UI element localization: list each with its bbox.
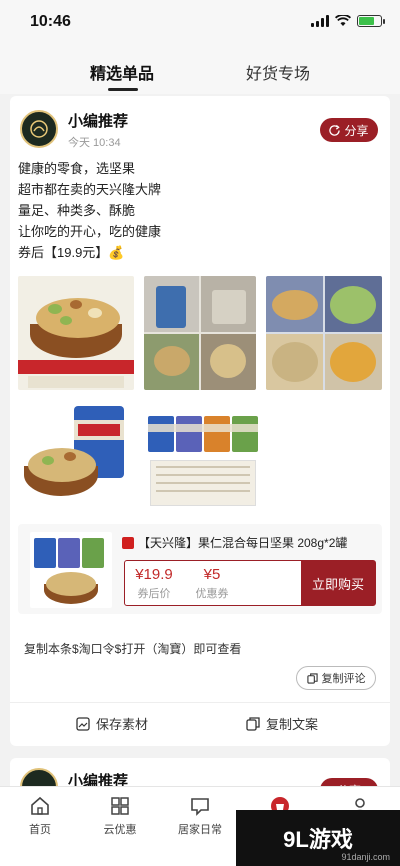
product-thumbnail[interactable] — [30, 532, 112, 608]
watermark-url: 91danji.com — [341, 852, 390, 862]
image-icon — [76, 716, 90, 731]
message-icon — [191, 798, 209, 816]
copy-text-label: 复制文案 — [266, 717, 319, 732]
battery-icon — [357, 15, 385, 27]
product-photo[interactable] — [144, 276, 256, 390]
signal-icon — [311, 15, 329, 27]
copy-comment-label: 复制评论 — [321, 673, 366, 685]
taobao-code-text: 复制本条$淘口令$打开（淘寶）即可查看 — [24, 642, 242, 656]
share-icon — [329, 124, 341, 136]
desc-line: 超市都在卖的天兴隆大牌 — [18, 182, 162, 197]
author-name: 小编推荐 — [68, 113, 129, 130]
nav-home-daily[interactable]: 居家日常 — [170, 795, 230, 837]
price-box: ¥19.9 券后价 ¥5 优惠券 立即购买 — [124, 560, 376, 606]
product-photo[interactable] — [266, 276, 382, 390]
share-label: 分享 — [344, 123, 369, 138]
nav-coupons[interactable]: 云优惠 — [90, 795, 150, 837]
copy-icon — [306, 672, 318, 684]
divider — [10, 702, 390, 703]
share-button[interactable]: 分享 — [320, 118, 378, 142]
save-material-button[interactable]: 保存素材 — [76, 714, 148, 733]
coupon-value: ¥5 — [203, 565, 221, 583]
desc-line: 健康的零食，选坚果 — [18, 161, 136, 176]
coupon-label: 优惠券 — [195, 587, 229, 600]
final-price-cell: ¥19.9 券后价 — [125, 561, 183, 605]
copy-icon — [246, 716, 260, 731]
tab-underline — [108, 88, 138, 91]
watermark-banner: 9L游戏 91danji.com — [236, 810, 400, 866]
product-photo[interactable] — [144, 402, 260, 510]
product-title-row: 【天兴隆】果仁混合每日坚果 208g*2罐 — [122, 534, 347, 551]
watermark-text: 9L游戏 — [283, 827, 353, 852]
product-title: 【天兴隆】果仁混合每日坚果 208g*2罐 — [138, 536, 348, 550]
product-photo[interactable] — [18, 276, 134, 390]
nav-home[interactable]: 首页 — [10, 795, 70, 837]
grid-icon — [111, 797, 129, 815]
buy-now-button[interactable]: 立即购买 — [301, 561, 375, 605]
nav-label: 云优惠 — [103, 824, 137, 836]
final-price-label: 券后价 — [137, 587, 171, 600]
logo-icon — [30, 120, 48, 138]
post-description: 健康的零食，选坚果 超市都在卖的天兴隆大牌 量足、种类多、酥脆 让你吃的开心，吃… — [18, 158, 161, 263]
status-time: 10:46 — [30, 13, 71, 30]
save-material-label: 保存素材 — [96, 717, 149, 732]
coupon-cell: ¥5 优惠券 — [183, 561, 241, 605]
copy-text-button[interactable]: 复制文案 — [246, 714, 318, 733]
avatar[interactable] — [20, 110, 58, 148]
desc-line: 让你吃的开心，吃的健康 — [18, 224, 162, 239]
tmall-icon — [122, 536, 134, 549]
nav-label: 居家日常 — [178, 824, 222, 836]
nav-label: 首页 — [29, 824, 51, 836]
copy-comment-button[interactable]: 复制评论 — [296, 666, 376, 690]
post-time: 今天 10:34 — [68, 137, 121, 149]
product-photo[interactable] — [18, 402, 134, 510]
post-card: 小编推荐 今天 10:34 分享 健康的零食，选坚果 超市都在卖的天兴隆大牌 量… — [10, 96, 390, 746]
final-price: ¥19.9 — [135, 565, 173, 583]
status-icons — [311, 15, 385, 27]
status-bar: 10:46 — [0, 0, 400, 44]
desc-line: 量足、种类多、酥脆 — [18, 203, 136, 218]
tab-special[interactable]: 好货专场 — [246, 60, 310, 84]
tab-featured[interactable]: 精选单品 — [90, 60, 154, 84]
desc-line: 券后【19.9元】💰 — [18, 245, 125, 260]
top-tabs: 精选单品 好货专场 — [0, 44, 400, 94]
wifi-icon — [335, 15, 351, 26]
product-card[interactable]: 【天兴隆】果仁混合每日坚果 208g*2罐 ¥19.9 券后价 ¥5 优惠券 立… — [18, 524, 382, 614]
home-icon — [31, 796, 49, 815]
